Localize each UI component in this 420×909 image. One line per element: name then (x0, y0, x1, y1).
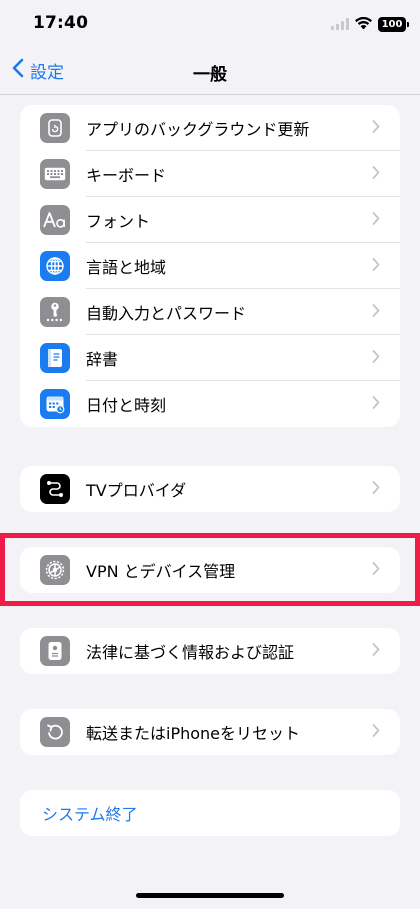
row-autofill-passwords[interactable]: 自動入力とパスワード (20, 289, 400, 335)
vpn-device-management-group: VPN とデバイス管理 (20, 547, 400, 593)
chevron-right-icon (372, 561, 380, 580)
row-label: キーボード (86, 166, 167, 185)
row-label: 辞書 (86, 350, 119, 369)
row-label: 法律に基づく情報および認証 (86, 643, 295, 662)
row-tv-provider[interactable]: TVプロバイダ (20, 466, 400, 512)
row-legal-regulatory[interactable]: 法律に基づく情報および認証 (20, 628, 400, 674)
battery-indicator: 100 (378, 16, 409, 32)
row-date-time[interactable]: 日付と時刻 (20, 381, 400, 427)
chevron-right-icon (372, 119, 380, 138)
row-language-region[interactable]: 言語と地域 (20, 243, 400, 289)
chevron-right-icon (372, 211, 380, 230)
row-background-refresh[interactable]: アプリのバックグラウンド更新 (20, 105, 400, 151)
calendar-icon (40, 389, 70, 419)
shutdown-button[interactable]: システム終了 (20, 790, 400, 836)
row-fonts[interactable]: フォント (20, 197, 400, 243)
row-label: フォント (86, 212, 151, 231)
chevron-right-icon (372, 349, 380, 368)
navigation-bar: 設定 一般 (0, 48, 420, 94)
row-dictionary[interactable]: 辞書 (20, 335, 400, 381)
chevron-right-icon (372, 480, 380, 499)
nav-divider (0, 94, 420, 95)
globe-icon (40, 251, 70, 281)
row-label: TVプロバイダ (86, 481, 187, 500)
page-title: 一般 (193, 65, 227, 85)
row-vpn-device-management[interactable]: VPN とデバイス管理 (20, 547, 400, 593)
transfer-reset-group: 転送またはiPhoneをリセット (20, 709, 400, 755)
reset-icon (40, 717, 70, 747)
chevron-right-icon (372, 303, 380, 322)
chevron-right-icon (372, 165, 380, 184)
row-transfer-reset[interactable]: 転送またはiPhoneをリセット (20, 709, 400, 755)
row-label: アプリのバックグラウンド更新 (86, 120, 310, 139)
legal-group: 法律に基づく情報および認証 (20, 628, 400, 674)
status-bar: 17:40 100 (0, 0, 420, 48)
row-label: 言語と地域 (86, 258, 167, 277)
shutdown-label: システム終了 (42, 805, 138, 824)
row-label: VPN とデバイス管理 (86, 562, 236, 581)
chevron-right-icon (372, 723, 380, 742)
signal-icon (331, 15, 349, 34)
key-icon (40, 297, 70, 327)
row-label: 日付と時刻 (86, 396, 167, 415)
keyboard-icon (40, 159, 70, 189)
chevron-right-icon (372, 395, 380, 414)
dictionary-icon (40, 343, 70, 373)
tv-provider-group: TVプロバイダ (20, 466, 400, 512)
row-keyboard[interactable]: キーボード (20, 151, 400, 197)
chevron-right-icon (372, 642, 380, 661)
shutdown-group: システム終了 (20, 790, 400, 836)
row-label: 自動入力とパスワード (86, 304, 247, 323)
tv-provider-icon (40, 474, 70, 504)
gear-icon (40, 555, 70, 585)
home-indicator[interactable] (136, 893, 284, 898)
legal-document-icon (40, 636, 70, 666)
wifi-icon (355, 15, 372, 34)
font-icon (40, 205, 70, 235)
chevron-right-icon (372, 257, 380, 276)
status-time: 17:40 (33, 13, 89, 33)
status-icons: 100 (331, 15, 409, 34)
row-label: 転送またはiPhoneをリセット (86, 724, 301, 743)
general-settings-group: アプリのバックグラウンド更新 キーボード フォント 言語と地域 自動入力とパスワ… (20, 105, 400, 427)
background-refresh-icon (40, 113, 70, 143)
